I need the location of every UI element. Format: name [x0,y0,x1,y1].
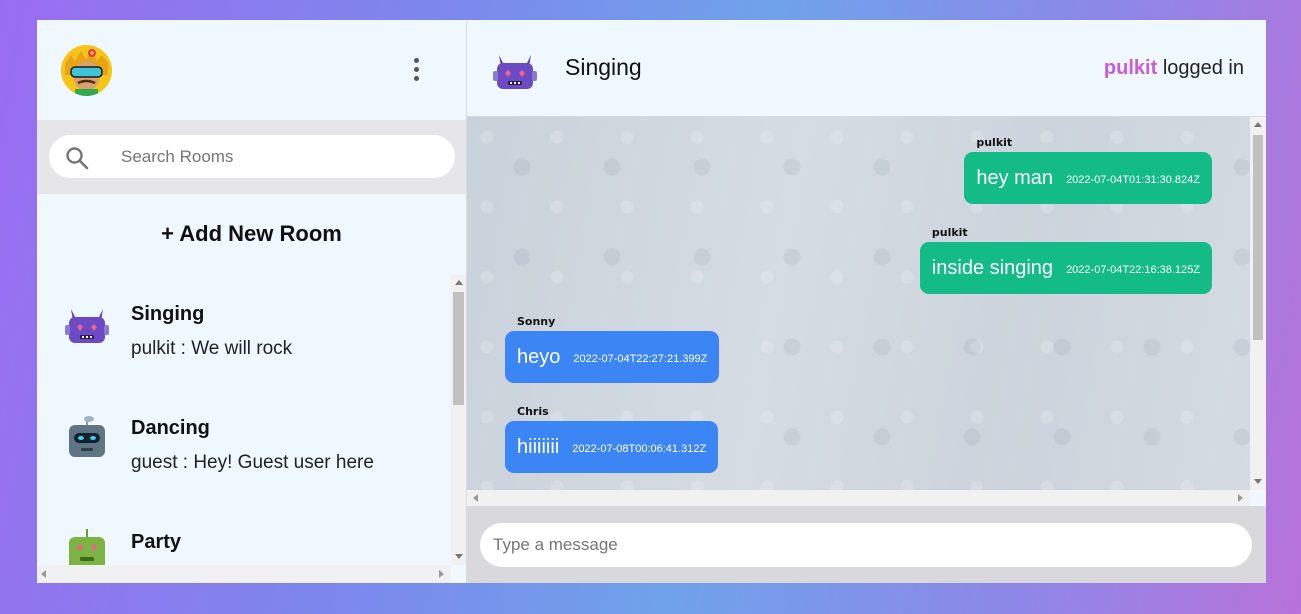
green-robot-icon [69,529,105,565]
chat-header: Singing pulkit logged in [467,20,1266,117]
logged-in-status: pulkit logged in [1104,57,1244,80]
sidebar-header [37,20,466,120]
search-bar-container [37,120,466,194]
scroll-up-arrow-icon[interactable] [1254,122,1262,127]
gray-robot-icon [69,416,105,457]
room-item-dancing[interactable]: Dancing guest : Hey! Guest user here [37,389,451,503]
scrollbar-thumb[interactable] [453,292,464,405]
logged-in-label: logged in [1162,57,1244,79]
message-text: hiiiiiii [517,435,560,458]
search-icon [66,147,89,170]
chat-app-window: + Add New Room Singing pulkit : We will … [37,20,1266,583]
message-list-vertical-scrollbar[interactable] [1250,117,1266,490]
search-input[interactable] [119,143,443,171]
sidebar: + Add New Room Singing pulkit : We will … [37,20,467,583]
logged-in-username: pulkit [1103,57,1158,79]
message-text: inside singing [931,256,1054,279]
scroll-down-arrow-icon[interactable] [455,554,463,559]
chat-room-title: Singing [565,54,642,80]
room-last-message: guest : Hey! Guest user here [131,452,374,473]
message-timestamp: 2022-07-08T00:06:41.312Z [572,443,707,455]
scroll-right-arrow-icon[interactable] [1238,494,1243,502]
message-sender: pulkit [976,136,1013,149]
room-list-horizontal-scrollbar[interactable] [37,565,451,583]
scroll-left-arrow-icon[interactable] [473,494,478,502]
search-box [49,135,455,178]
purple-robot-icon [493,55,537,89]
message-list: pulkit hey man 2022-07-04T01:31:30.824Z … [467,117,1250,490]
room-last-message: pulkit : We will rock [131,338,293,359]
message-text: hey man [976,166,1054,189]
scroll-right-arrow-icon[interactable] [439,570,444,578]
message-bubble: heyo 2022-07-04T22:27:21.399Z [505,331,720,383]
scrollbar-thumb[interactable] [1253,135,1263,340]
chat-panel: Singing pulkit logged in pulkit hey man … [467,20,1266,583]
add-new-room-button[interactable]: + Add New Room [37,221,466,247]
message-text: heyo [517,345,561,368]
user-avatar[interactable] [61,45,112,96]
user-avatar-icon [61,45,112,96]
message-sender: Sonny [517,315,556,328]
message-item: Chris hiiiiiii 2022-07-08T00:06:41.312Z [505,405,719,473]
scroll-down-arrow-icon[interactable] [1254,479,1262,484]
message-timestamp: 2022-07-04T01:31:30.824Z [1066,174,1200,186]
scroll-left-arrow-icon[interactable] [41,570,46,578]
message-timestamp: 2022-07-04T22:16:38.125Z [1066,264,1200,276]
room-list-vertical-scrollbar[interactable] [451,275,466,565]
more-vertical-icon[interactable] [407,58,425,82]
purple-robot-icon [65,309,109,343]
room-name: Dancing [131,417,210,439]
scroll-up-arrow-icon[interactable] [455,280,463,285]
message-bubble: hiiiiiii 2022-07-08T00:06:41.312Z [505,421,719,473]
message-item: Sonny heyo 2022-07-04T22:27:21.399Z [505,315,720,383]
message-composer [467,506,1266,583]
message-sender: pulkit [931,226,968,239]
message-timestamp: 2022-07-04T22:27:21.399Z [573,353,708,365]
message-bubble: inside singing 2022-07-04T22:16:38.125Z [919,242,1212,294]
room-name: Singing [131,303,205,325]
message-list-horizontal-scrollbar[interactable] [467,490,1250,506]
room-name: Party [131,531,182,553]
message-sender: Chris [517,405,549,418]
room-item-singing[interactable]: Singing pulkit : We will rock [37,275,451,389]
message-bubble: hey man 2022-07-04T01:31:30.824Z [964,152,1212,204]
message-item: pulkit inside singing 2022-07-04T22:16:3… [919,226,1212,294]
room-list: Singing pulkit : We will rock Dancing gu… [37,275,451,565]
room-item-party[interactable]: Party [37,503,451,565]
message-item: pulkit hey man 2022-07-04T01:31:30.824Z [964,136,1212,204]
message-input[interactable] [480,523,1252,567]
